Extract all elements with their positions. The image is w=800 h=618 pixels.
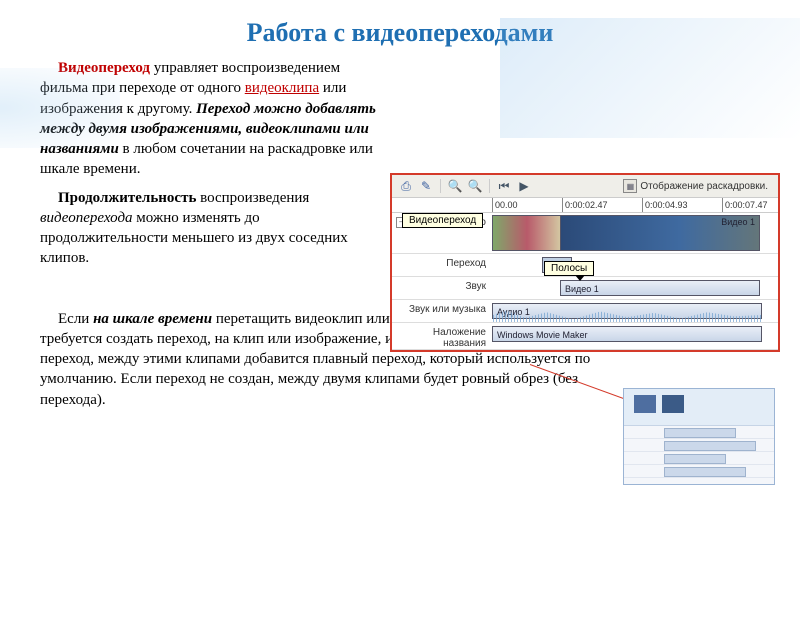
ruler-tick-2: 0:00:02.47 [562, 198, 608, 212]
track-sound: Звук Видео 1 [392, 277, 778, 300]
timeline-editor-screenshot: ⎙ ✎ 🔍 🔍 ⏮ ▶ ▦ Отображение раскадровки. 0… [390, 173, 780, 352]
track-music: Звук или музыка Аудио 1 [392, 300, 778, 323]
tool-icon-2[interactable]: ✎ [418, 178, 434, 194]
time-ruler: 00.00 0:00:02.47 0:00:04.93 0:00:07.47 [392, 198, 778, 213]
video-clip-1[interactable] [492, 215, 562, 251]
mini-bar-1 [664, 428, 736, 438]
audio-clip[interactable]: Аудио 1 [492, 303, 762, 319]
zoom-out-icon[interactable]: 🔍 [467, 178, 483, 194]
zoom-in-icon[interactable]: 🔍 [447, 178, 463, 194]
editor-toolbar: ⎙ ✎ 🔍 🔍 ⏮ ▶ ▦ Отображение раскадровки. [392, 175, 778, 198]
callout-stripes: Полосы [544, 261, 594, 276]
track-label-music: Звук или музыка [392, 300, 492, 322]
paragraph-2: Продолжительность воспроизведения видеоп… [40, 188, 380, 269]
callout-transition: Видеопереход [402, 213, 483, 228]
tool-icon-1[interactable]: ⎙ [398, 178, 414, 194]
mini-thumb-2 [662, 395, 684, 413]
storyboard-toggle[interactable]: ▦ Отображение раскадровки. [623, 179, 772, 193]
audio-waveform [493, 308, 761, 322]
page-title: Работа с видеопереходами [0, 18, 800, 48]
play-icon[interactable]: ▶ [516, 178, 532, 194]
toolbar-separator [440, 179, 441, 193]
mini-preview-top [624, 389, 774, 426]
ruler-tick-1: 00.00 [492, 198, 518, 212]
videoclip-link[interactable]: видеоклипа [245, 80, 319, 96]
track-label-sound: Звук [392, 277, 492, 299]
p3-bi: на шкале времени [93, 311, 212, 327]
video-clip-2[interactable]: Видео 1 [560, 215, 760, 251]
mini-timeline-preview [623, 388, 775, 485]
mini-bar-4 [664, 467, 746, 477]
storyboard-icon: ▦ [623, 179, 637, 193]
ruler-tick-4: 0:00:07.47 [722, 198, 768, 212]
track-overlay: Наложение названия Windows Movie Maker [392, 323, 778, 350]
track-label-overlay: Наложение названия [392, 323, 492, 349]
toolbar-separator [489, 179, 490, 193]
p2-a: воспроизведения [196, 190, 309, 206]
paragraph-1: Видеопереход управляет воспроизведением … [40, 58, 380, 180]
p2-lead: Продолжительность [58, 190, 196, 206]
ruler-tick-3: 0:00:04.93 [642, 198, 688, 212]
video-clip-2-caption: Видео 1 [721, 217, 755, 227]
mini-bar-2 [664, 441, 756, 451]
mini-bar-3 [664, 454, 726, 464]
rewind-icon[interactable]: ⏮ [496, 178, 512, 194]
mini-thumb-1 [634, 395, 656, 413]
storyboard-label: Отображение раскадровки. [640, 181, 768, 192]
p3-a: Если [58, 311, 93, 327]
track-label-transition: Переход [392, 254, 492, 276]
overlay-clip[interactable]: Windows Movie Maker [492, 326, 762, 342]
p2-italic: видеоперехода [40, 210, 133, 226]
sound-clip[interactable]: Видео 1 [560, 280, 760, 296]
p1-lead: Видеопереход [58, 60, 150, 76]
